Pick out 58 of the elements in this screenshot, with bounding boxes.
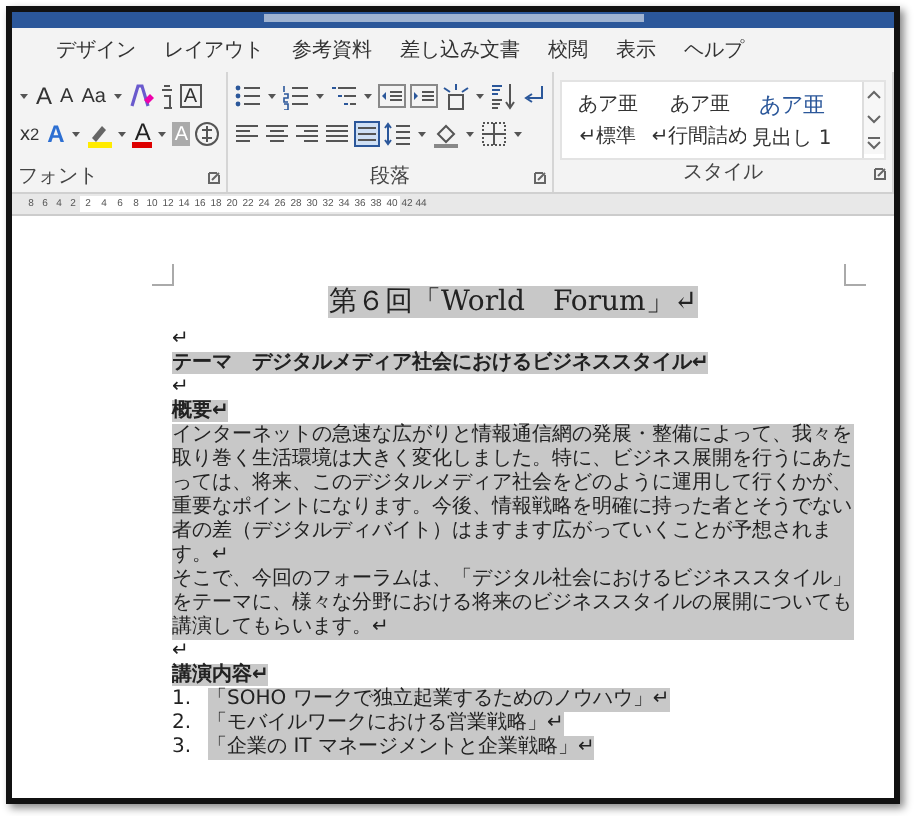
ribbon-tab[interactable]: 表示 bbox=[616, 36, 656, 64]
list-number: 3. bbox=[172, 736, 192, 760]
sort-icon[interactable] bbox=[490, 82, 518, 110]
ribbon-tab[interactable]: 参考資料 bbox=[292, 36, 372, 64]
change-case-button[interactable]: Aa bbox=[79, 80, 108, 112]
paragraph-mark: ↵ bbox=[172, 376, 189, 398]
ribbon-tab[interactable]: 校閲 bbox=[548, 36, 588, 64]
phonetic-guide-icon[interactable] bbox=[157, 82, 176, 110]
align-left-icon[interactable] bbox=[234, 120, 260, 148]
body-paragraph: インターネットの急速な広がりと情報通信網の発展・整備によって、我々を取り巻く生活環境は大きく変化しました。特に、ビジネス展開を行うにあたっては、将来、このデジタルメディア社会をどのように運用して行くかが、重要なポイントになります。今後、情報戦略を明確に持った者とそうでない者の差（デジタルディバイト）はますます広がっていくことが予想されます。↵ bbox=[172, 424, 854, 568]
section-heading: テーマ デジタルメディア社会におけるビジネススタイル↵ bbox=[172, 352, 709, 374]
align-right-icon[interactable] bbox=[294, 120, 320, 148]
justify-icon[interactable] bbox=[324, 120, 350, 148]
list-number: 2. bbox=[172, 712, 192, 736]
margin-corner-mark bbox=[152, 264, 174, 286]
ribbon-tab[interactable]: レイアウト bbox=[164, 36, 264, 64]
margin-corner-mark bbox=[844, 264, 866, 286]
distributed-icon[interactable] bbox=[354, 120, 380, 148]
list-item: 「企業の IT マネージメントと企業戦略」↵ bbox=[207, 736, 595, 760]
list-item: 「SOHO ワークで独立起業するためのノウハウ」↵ bbox=[207, 688, 670, 712]
font-color-button[interactable]: A bbox=[132, 121, 153, 147]
body-paragraph: そこで、今回のフォーラムは、「デジタル社会におけるビジネススタイル」をテーマに、様々な分野における将来のビジネススタイルの展開についても講演してもらいます。↵ bbox=[172, 568, 854, 640]
dialog-launcher-icon[interactable] bbox=[874, 168, 886, 180]
group-label: フォント bbox=[18, 164, 98, 192]
enclosed-character-icon[interactable] bbox=[194, 120, 220, 148]
borders-icon[interactable] bbox=[480, 120, 508, 148]
dialog-launcher-icon[interactable] bbox=[208, 172, 220, 184]
ribbon-tab[interactable]: デザイン bbox=[56, 36, 136, 64]
group-label: 段落 bbox=[370, 164, 410, 192]
shrink-font-button[interactable]: A bbox=[58, 80, 76, 112]
highlighter-icon[interactable] bbox=[86, 120, 113, 148]
section-heading: 講演内容↵ bbox=[172, 664, 269, 686]
line-spacing-icon[interactable] bbox=[384, 120, 412, 148]
clear-formatting-icon[interactable] bbox=[127, 82, 154, 110]
paragraph-mark: ↵ bbox=[172, 328, 189, 350]
scroll-up-icon[interactable] bbox=[866, 87, 882, 101]
more-styles-icon[interactable] bbox=[866, 135, 882, 149]
character-border-button[interactable]: A bbox=[179, 84, 202, 108]
grow-font-button[interactable]: A bbox=[34, 80, 55, 112]
numbered-list-icon[interactable] bbox=[282, 82, 310, 110]
section-heading: 概要↵ bbox=[172, 400, 229, 422]
group-label: スタイル bbox=[683, 160, 763, 188]
text-layout-icon[interactable] bbox=[442, 82, 470, 110]
scroll-down-icon[interactable] bbox=[866, 111, 882, 125]
bullet-list-icon[interactable] bbox=[234, 82, 262, 110]
ribbon-tab[interactable]: 差し込み文書 bbox=[400, 36, 520, 64]
increase-indent-icon[interactable] bbox=[410, 82, 438, 110]
multilevel-list-icon[interactable] bbox=[330, 82, 358, 110]
paragraph-mark: ↵ bbox=[172, 640, 189, 662]
document-title: 第６回「World Forum」↵ bbox=[328, 286, 698, 318]
align-center-icon[interactable] bbox=[264, 120, 290, 148]
text-effect-button[interactable]: A bbox=[45, 118, 67, 150]
dialog-launcher-icon[interactable] bbox=[534, 172, 546, 184]
ribbon-tab[interactable]: ヘルプ bbox=[684, 36, 744, 64]
shading-icon[interactable] bbox=[432, 120, 460, 148]
list-number: 1. bbox=[172, 688, 192, 712]
list-item: 「モバイルワークにおける営業戦略」↵ bbox=[207, 712, 564, 736]
decrease-indent-icon[interactable] bbox=[378, 82, 406, 110]
